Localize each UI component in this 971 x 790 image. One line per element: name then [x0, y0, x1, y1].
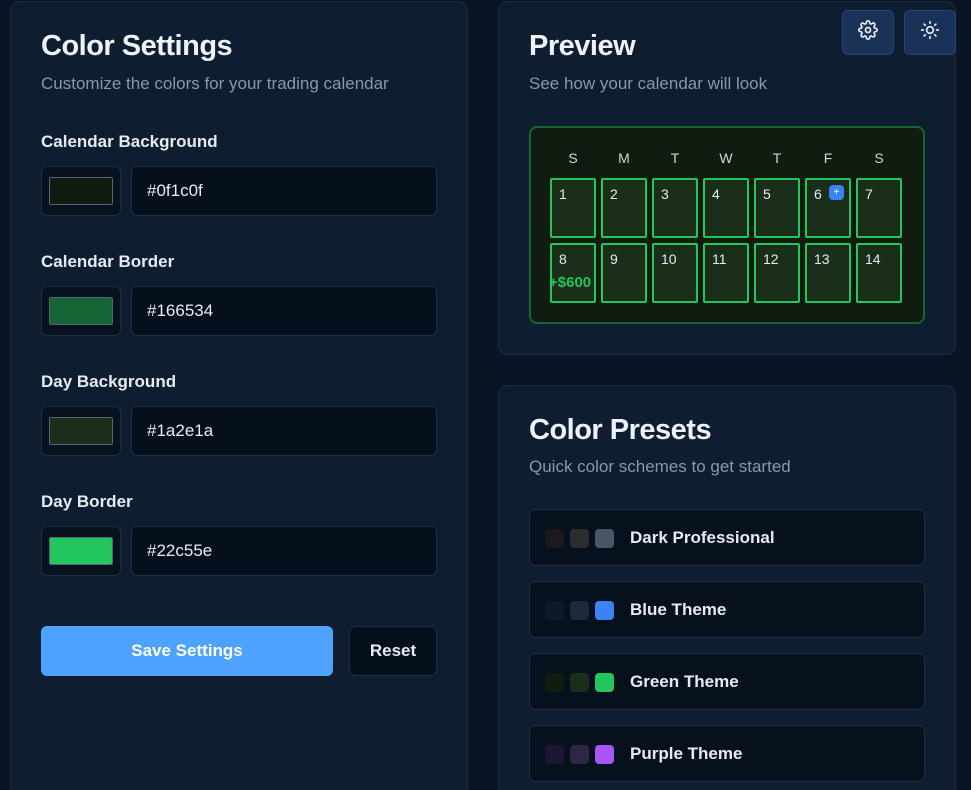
- preset-blue-theme[interactable]: Blue Theme: [529, 581, 925, 638]
- settings-subtitle: Customize the colors for your trading ca…: [41, 74, 389, 93]
- calendar-day[interactable]: 2: [601, 178, 647, 238]
- day-number: 13: [814, 251, 830, 267]
- preset-dark-professional[interactable]: Dark Professional: [529, 509, 925, 566]
- preset-label: Blue Theme: [630, 600, 727, 619]
- day-number: 1: [559, 186, 567, 202]
- preset-color-dot: [595, 745, 614, 764]
- calendar-day[interactable]: 7: [856, 178, 902, 238]
- settings-title: Color Settings: [41, 30, 233, 62]
- theme-toggle-button[interactable]: [904, 10, 956, 55]
- day-background-input[interactable]: [131, 406, 437, 456]
- color-swatch: [49, 417, 113, 445]
- calendar-day[interactable]: 5: [754, 178, 800, 238]
- color-swatch: [49, 537, 113, 565]
- color-settings-card: Color Settings Customize the colors for …: [10, 1, 468, 790]
- calendar-background-color-picker[interactable]: [41, 166, 121, 216]
- calendar-border-color-picker[interactable]: [41, 286, 121, 336]
- calendar-day[interactable]: 1: [550, 178, 596, 238]
- preset-color-dot: [570, 745, 589, 764]
- day-number: 3: [661, 186, 669, 202]
- preset-color-dot: [570, 601, 589, 620]
- day-number: 4: [712, 186, 720, 202]
- day-number: 11: [712, 251, 727, 267]
- preset-color-dot: [545, 529, 564, 548]
- add-trade-button[interactable]: +: [829, 185, 844, 200]
- day-number: 12: [763, 251, 779, 267]
- day-border-color-picker[interactable]: [41, 526, 121, 576]
- day-number: 6: [814, 186, 822, 202]
- color-presets-card: Color Presets Quick color schemes to get…: [498, 385, 956, 790]
- calendar-preview: S M T W T F S 1 2 3 4 5 6 + 7 8 +$600 9 …: [529, 126, 925, 324]
- preset-purple-theme[interactable]: Purple Theme: [529, 725, 925, 782]
- weekday-header: T: [772, 150, 782, 166]
- calendar-day[interactable]: 8 +$600: [549, 243, 596, 303]
- pnl-label: +$600: [549, 274, 592, 291]
- weekday-header: F: [823, 150, 833, 166]
- calendar-day[interactable]: 4: [703, 178, 749, 238]
- preset-label: Green Theme: [630, 672, 739, 691]
- presets-subtitle: Quick color schemes to get started: [529, 457, 791, 476]
- weekday-header: T: [670, 150, 680, 166]
- day-background-color-picker[interactable]: [41, 406, 121, 456]
- preset-label: Purple Theme: [630, 744, 743, 763]
- calendar-day[interactable]: 9: [601, 243, 647, 303]
- preset-color-dot: [570, 529, 589, 548]
- save-settings-button[interactable]: Save Settings: [41, 626, 333, 676]
- day-number: 5: [763, 186, 771, 202]
- reset-button[interactable]: Reset: [349, 626, 437, 676]
- calendar-day[interactable]: 12: [754, 243, 800, 303]
- weekday-header: S: [874, 150, 884, 166]
- calendar-background-input[interactable]: [131, 166, 437, 216]
- calendar-background-label: Calendar Background: [41, 132, 218, 151]
- calendar-day[interactable]: 14: [856, 243, 902, 303]
- day-number: 7: [865, 186, 873, 202]
- preset-green-theme[interactable]: Green Theme: [529, 653, 925, 710]
- preview-subtitle: See how your calendar will look: [529, 74, 768, 93]
- preset-color-dot: [545, 673, 564, 692]
- day-border-input[interactable]: [131, 526, 437, 576]
- weekday-header: S: [568, 150, 578, 166]
- presets-title: Color Presets: [529, 414, 712, 446]
- calendar-border-label: Calendar Border: [41, 252, 175, 271]
- weekday-header: M: [618, 150, 630, 166]
- day-background-label: Day Background: [41, 372, 177, 391]
- sun-icon: [920, 20, 940, 45]
- preset-color-dot: [595, 673, 614, 692]
- preset-label: Dark Professional: [630, 528, 775, 547]
- calendar-day[interactable]: 6 +: [805, 178, 851, 238]
- color-swatch: [49, 297, 113, 325]
- preview-title: Preview: [529, 30, 636, 62]
- day-border-label: Day Border: [41, 492, 133, 511]
- settings-button[interactable]: [842, 10, 894, 55]
- preset-color-dot: [595, 601, 614, 620]
- day-number: 10: [661, 251, 677, 267]
- preset-color-dot: [545, 745, 564, 764]
- day-number: 9: [610, 251, 618, 267]
- preset-color-dot: [570, 673, 589, 692]
- calendar-day[interactable]: 3: [652, 178, 698, 238]
- day-number: 8: [559, 251, 567, 267]
- day-number: 2: [610, 186, 618, 202]
- weekday-header: W: [719, 150, 733, 166]
- calendar-border-input[interactable]: [131, 286, 437, 336]
- gear-icon: [858, 20, 878, 45]
- calendar-day[interactable]: 11: [703, 243, 749, 303]
- calendar-day[interactable]: 13: [805, 243, 851, 303]
- calendar-day[interactable]: 10: [652, 243, 698, 303]
- day-number: 14: [865, 251, 881, 267]
- preset-color-dot: [595, 529, 614, 548]
- color-swatch: [49, 177, 113, 205]
- preset-color-dot: [545, 601, 564, 620]
